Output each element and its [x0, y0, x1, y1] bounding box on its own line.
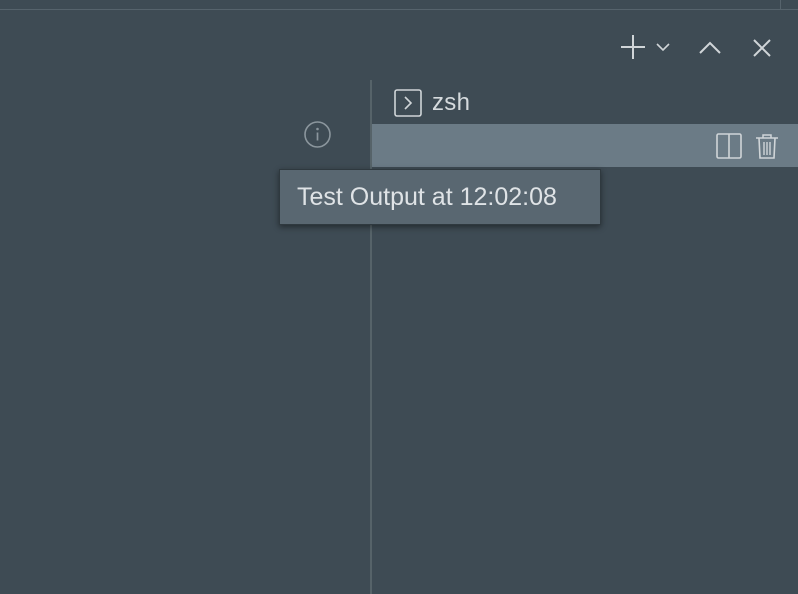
terminal-list-item-selected[interactable] [372, 124, 798, 167]
plus-icon [621, 35, 645, 59]
new-terminal-button[interactable] [618, 32, 648, 62]
kill-terminal-button[interactable] [753, 131, 781, 161]
tooltip: Test Output at 12:02:08 [279, 169, 601, 225]
terminal-icon [394, 89, 422, 117]
terminal-dropdown-button[interactable] [654, 38, 672, 56]
split-terminal-button[interactable] [714, 131, 744, 161]
chevron-down-icon [656, 43, 670, 52]
tooltip-text: Test Output at 12:02:08 [297, 182, 557, 211]
trash-icon [756, 133, 778, 159]
terminal-tab-zsh[interactable]: zsh [394, 88, 470, 118]
split-pane-icon [716, 133, 742, 159]
info-icon [304, 121, 331, 148]
top-border-tick [780, 0, 781, 10]
close-panel-button[interactable] [748, 34, 776, 62]
terminal-tab-label: zsh [432, 89, 471, 116]
info-button[interactable] [303, 120, 332, 149]
maximize-panel-button[interactable] [696, 34, 724, 62]
top-border [0, 0, 798, 10]
close-icon [753, 39, 771, 57]
chevron-up-icon [699, 41, 721, 54]
